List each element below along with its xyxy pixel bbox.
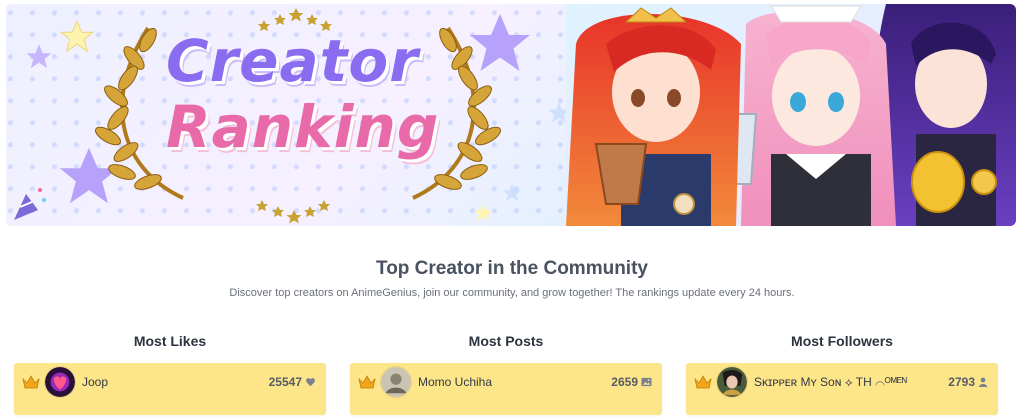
page-subtitle: Discover top creators on AnimeGenius, jo… <box>229 287 795 299</box>
metric-value: 2793 <box>948 375 975 389</box>
avatar[interactable] <box>44 366 76 398</box>
avatar[interactable] <box>380 366 412 398</box>
avatar[interactable] <box>716 366 748 398</box>
heart-icon <box>306 378 315 387</box>
star-decoration-icon <box>26 44 52 69</box>
gold-stars-bottom-icon <box>256 200 330 224</box>
column-title: Most Likes <box>133 333 207 349</box>
column-title: Most Followers <box>791 333 893 349</box>
crown-icon <box>22 375 40 389</box>
anime-characters-illustration <box>566 4 1016 226</box>
likes-count: 25547 <box>269 375 316 389</box>
column-title: Most Posts <box>468 333 544 349</box>
top-creator-card[interactable]: Joop 25547 <box>14 363 326 415</box>
metric-value: 25547 <box>268 375 302 389</box>
creator-name[interactable]: Momo Uchiha <box>418 375 611 389</box>
ranking-column-most-followers: Most Followers Sᴋɪᴘᴘᴇʀ Mʏ Sᴏɴ ⟡ TH ⌒ᴼᴹᴱᴺ… <box>686 333 998 415</box>
top-creator-card[interactable]: Sᴋɪᴘᴘᴇʀ Mʏ Sᴏɴ ⟡ TH ⌒ᴼᴹᴱᴺ 2793 <box>686 363 998 415</box>
image-icon <box>641 377 652 387</box>
crown-icon <box>694 375 712 389</box>
party-popper-icon <box>14 188 46 220</box>
posts-count: 2659 <box>611 375 652 389</box>
crown-icon <box>358 375 376 389</box>
banner-title-line2: Ranking <box>166 93 440 161</box>
ranking-column-most-posts: Most Posts Momo Uchiha 2659 <box>350 333 662 415</box>
metric-value: 2659 <box>611 375 638 389</box>
creator-name[interactable]: Joop <box>82 375 269 389</box>
banner-title: Creator Ranking <box>166 27 440 161</box>
followers-count: 2793 <box>948 375 988 389</box>
person-icon <box>978 377 988 387</box>
ranking-column-most-likes: Most Likes Joop 25547 <box>14 333 326 415</box>
top-creator-card[interactable]: Momo Uchiha 2659 <box>350 363 662 415</box>
banner-title-line1: Creator <box>166 27 419 95</box>
page-title: Top Creator in the Community <box>376 258 648 279</box>
creator-name[interactable]: Sᴋɪᴘᴘᴇʀ Mʏ Sᴏɴ ⟡ TH ⌒ᴼᴹᴱᴺ <box>754 375 948 390</box>
creator-ranking-banner: Creator Ranking <box>6 4 1016 226</box>
